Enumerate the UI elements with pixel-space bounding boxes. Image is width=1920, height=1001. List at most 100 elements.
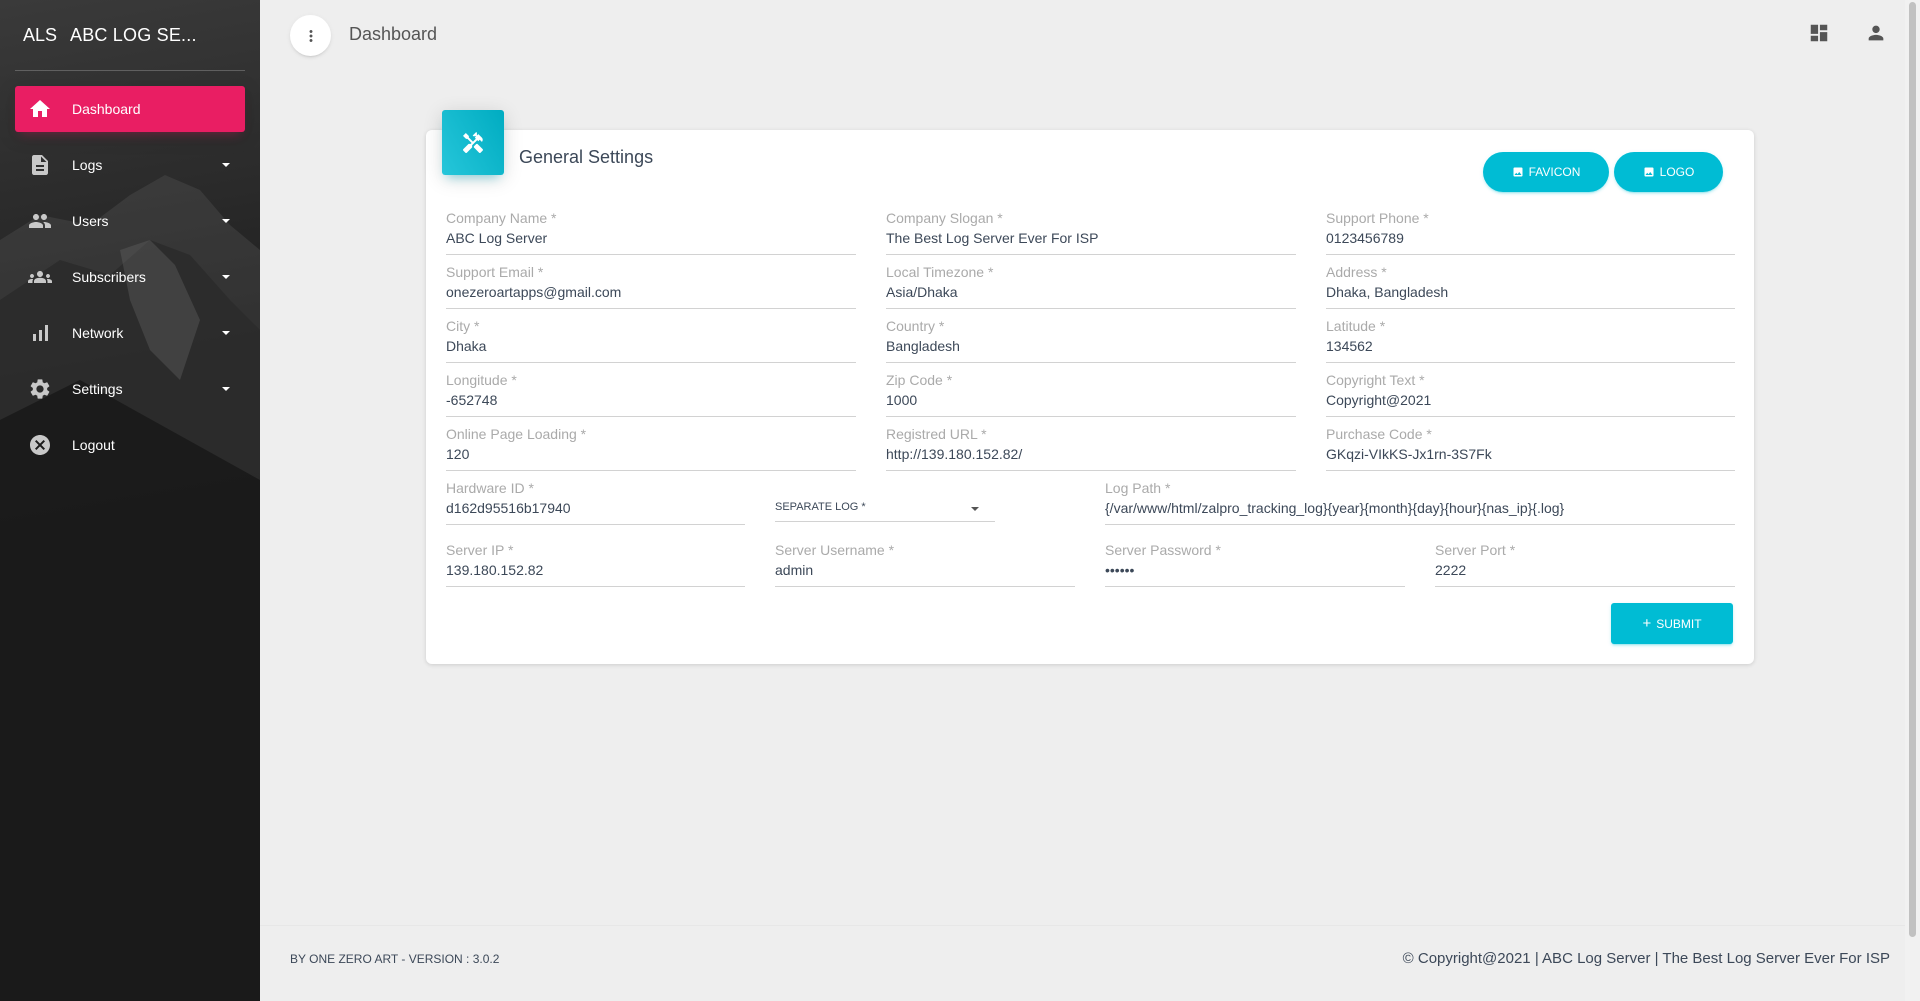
field-underline — [1435, 586, 1735, 587]
field-value[interactable]: 1000 — [886, 391, 1296, 409]
favicon-button-label: FAVICON — [1528, 165, 1581, 179]
server-port-field[interactable]: Server Port * 2222 — [1435, 542, 1735, 587]
close-circle-icon — [28, 433, 52, 457]
server-ip-field[interactable]: Server IP * 139.180.152.82 — [446, 542, 745, 587]
zip-code-field[interactable]: Zip Code * 1000 — [886, 372, 1296, 417]
sidebar-item-subscribers[interactable]: Subscribers — [15, 254, 245, 300]
sidebar-item-network[interactable]: Network — [15, 310, 245, 356]
copyright-text-field[interactable]: Copyright Text * Copyright@2021 — [1326, 372, 1735, 417]
page-scrollbar[interactable] — [1905, 0, 1920, 1001]
country-field[interactable]: Country * Bangladesh — [886, 318, 1296, 363]
dashboard-grid-icon[interactable] — [1808, 22, 1832, 46]
field-value[interactable]: Dhaka, Bangladesh — [1326, 283, 1735, 301]
bar-chart-icon — [28, 321, 52, 345]
favicon-button[interactable]: FAVICON — [1483, 152, 1609, 192]
field-value[interactable]: -652748 — [446, 391, 856, 409]
field-value[interactable]: {/var/www/html/zalpro_tracking_log}{year… — [1105, 499, 1735, 517]
local-timezone-field[interactable]: Local Timezone * Asia/Dhaka — [886, 264, 1296, 309]
company-slogan-field[interactable]: Company Slogan * The Best Log Server Eve… — [886, 210, 1296, 255]
sidebar-item-label: Dashboard — [72, 101, 141, 117]
online-page-loading-field[interactable]: Online Page Loading * 120 — [446, 426, 856, 471]
sidebar-item-label: Subscribers — [72, 269, 146, 285]
field-value[interactable]: The Best Log Server Ever For ISP — [886, 229, 1296, 247]
hardware-id-field[interactable]: Hardware ID * d162d95516b17940 — [446, 480, 745, 525]
field-underline — [1105, 586, 1405, 587]
logo-button-label: LOGO — [1659, 165, 1695, 179]
field-label: Online Page Loading * — [446, 426, 587, 442]
field-value[interactable]: •••••• — [1105, 561, 1405, 579]
more-vert-icon — [309, 29, 312, 42]
people-icon — [28, 209, 52, 233]
field-value[interactable]: admin — [775, 561, 1075, 579]
footer-copyright: © Copyright@2021 | ABC Log Server | The … — [1402, 950, 1890, 967]
address-field[interactable]: Address * Dhaka, Bangladesh — [1326, 264, 1735, 309]
field-label: Zip Code * — [886, 372, 953, 388]
page-title[interactable]: Dashboard — [349, 24, 437, 45]
field-underline — [1326, 308, 1735, 309]
general-settings-card: General Settings FAVICON LOGO Company Na… — [426, 110, 1754, 664]
brand[interactable]: ALS ABC LOG SE... — [0, 0, 260, 70]
field-value[interactable]: d162d95516b17940 — [446, 499, 745, 517]
sidebar-item-label: Logout — [72, 437, 115, 453]
sidebar-item-logout[interactable]: Logout — [15, 422, 245, 468]
card-title: General Settings — [519, 147, 654, 167]
registred-url-field[interactable]: Registred URL * http://139.180.152.82/ — [886, 426, 1296, 471]
server-username-field[interactable]: Server Username * admin — [775, 542, 1075, 587]
company-name-field[interactable]: Company Name * ABC Log Server — [446, 210, 856, 255]
field-label: Registred URL * — [886, 426, 987, 442]
footer: BY ONE ZERO ART - VERSION : 3.0.2 © Copy… — [260, 925, 1920, 1001]
footer-version: BY ONE ZERO ART - VERSION : 3.0.2 — [290, 952, 500, 966]
sidebar-toggle-button[interactable] — [290, 15, 331, 56]
home-icon — [28, 97, 52, 121]
field-label: Company Slogan * — [886, 210, 1003, 226]
field-value[interactable]: 134562 — [1326, 337, 1735, 355]
field-label: Purchase Code * — [1326, 426, 1432, 442]
sidebar-item-dashboard[interactable]: Dashboard — [15, 86, 245, 132]
field-value[interactable]: onezeroartapps@gmail.com — [446, 283, 856, 301]
field-value[interactable]: 139.180.152.82 — [446, 561, 745, 579]
scrollbar-thumb[interactable] — [1909, 2, 1916, 937]
city-field[interactable]: City * Dhaka — [446, 318, 856, 363]
caret-down-icon — [222, 387, 230, 391]
field-underline — [775, 521, 995, 522]
field-value[interactable]: 0123456789 — [1326, 229, 1735, 247]
sidebar-item-settings[interactable]: Settings — [15, 366, 245, 412]
server-password-field[interactable]: Server Password * •••••• — [1105, 542, 1405, 587]
field-underline — [446, 254, 856, 255]
person-icon[interactable] — [1865, 22, 1889, 46]
sidebar-item-users[interactable]: Users — [15, 198, 245, 244]
field-underline — [446, 586, 745, 587]
field-label: City * — [446, 318, 480, 334]
field-value[interactable]: 120 — [446, 445, 856, 463]
sidebar-item-label: Network — [72, 325, 124, 341]
field-underline — [886, 254, 1296, 255]
longitude-field[interactable]: Longitude * -652748 — [446, 372, 856, 417]
field-value[interactable]: Asia/Dhaka — [886, 283, 1296, 301]
field-value[interactable]: Bangladesh — [886, 337, 1296, 355]
field-label: Latitude * — [1326, 318, 1386, 334]
field-value[interactable]: ABC Log Server — [446, 229, 856, 247]
latitude-field[interactable]: Latitude * 134562 — [1326, 318, 1735, 363]
field-underline — [775, 586, 1075, 587]
sidebar-item-label: Users — [72, 213, 109, 229]
logo-button[interactable]: LOGO — [1614, 152, 1723, 192]
support-email-field[interactable]: Support Email * onezeroartapps@gmail.com — [446, 264, 856, 309]
field-label: Support Email * — [446, 264, 544, 280]
log-path-field[interactable]: Log Path * {/var/www/html/zalpro_trackin… — [1105, 480, 1735, 525]
field-value[interactable]: GKqzi-VIkKS-Jx1rn-3S7Fk — [1326, 445, 1735, 463]
support-phone-field[interactable]: Support Phone * 0123456789 — [1326, 210, 1735, 255]
field-value[interactable]: Copyright@2021 — [1326, 391, 1735, 409]
purchase-code-field[interactable]: Purchase Code * GKqzi-VIkKS-Jx1rn-3S7Fk — [1326, 426, 1735, 471]
caret-down-icon — [971, 507, 979, 511]
field-underline — [1326, 416, 1735, 417]
field-label: Server Port * — [1435, 542, 1516, 558]
image-icon — [1513, 167, 1523, 177]
field-value[interactable]: http://139.180.152.82/ — [886, 445, 1296, 463]
topbar: Dashboard — [260, 0, 1920, 70]
field-value[interactable]: Dhaka — [446, 337, 856, 355]
field-underline — [886, 416, 1296, 417]
separate-log-select[interactable]: SEPARATE LOG * — [775, 484, 995, 522]
field-value[interactable]: 2222 — [1435, 561, 1735, 579]
sidebar-item-logs[interactable]: Logs — [15, 142, 245, 188]
submit-button[interactable]: + SUBMIT — [1611, 603, 1733, 644]
